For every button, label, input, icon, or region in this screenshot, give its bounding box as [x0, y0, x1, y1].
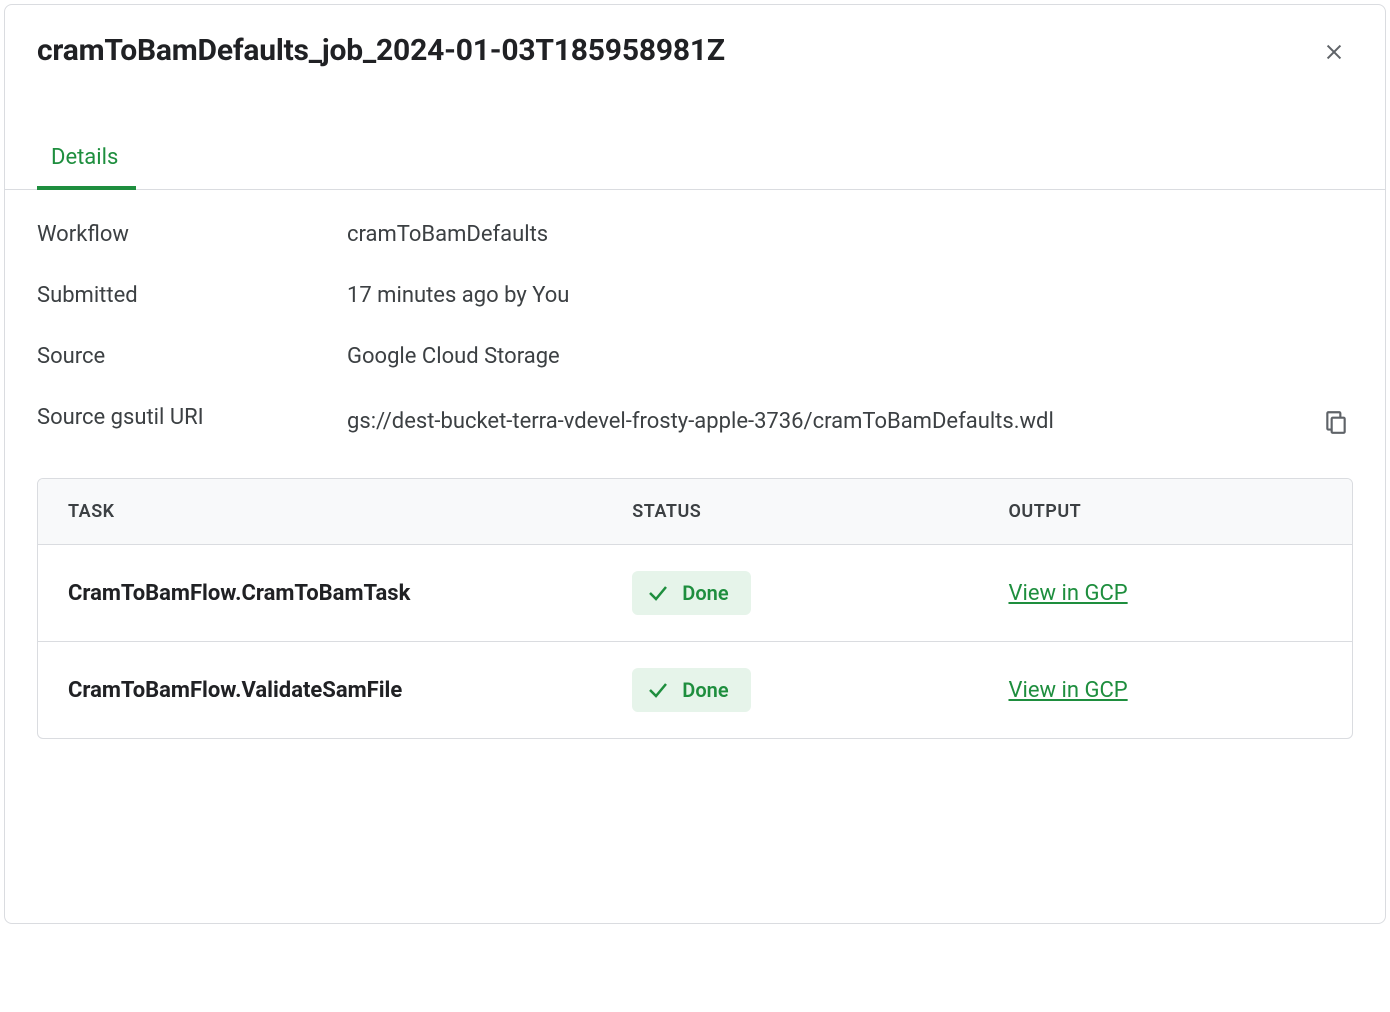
close-button[interactable] [1315, 33, 1353, 71]
source-label: Source [37, 344, 347, 369]
task-name: CramToBamFlow.ValidateSamFile [68, 678, 632, 703]
table-row: CramToBamFlow.CramToBamTask Done View in… [38, 545, 1352, 642]
task-status-cell: Done [632, 668, 1008, 712]
tab-details[interactable]: Details [37, 131, 136, 190]
task-output-cell: View in GCP [1008, 678, 1322, 703]
close-icon [1323, 41, 1345, 63]
tasks-table: TASK STATUS OUTPUT CramToBamFlow.CramToB… [37, 478, 1353, 739]
task-status-cell: Done [632, 571, 1008, 615]
status-badge: Done [632, 571, 750, 615]
workflow-value: cramToBamDefaults [347, 222, 1353, 247]
uri-value: gs://dest-bucket-terra-vdevel-frosty-app… [347, 405, 1177, 439]
source-value: Google Cloud Storage [347, 344, 1353, 369]
copy-uri-button[interactable] [1319, 405, 1353, 442]
panel-header: cramToBamDefaults_job_2024-01-03T1859589… [5, 5, 1385, 71]
job-details-panel: cramToBamDefaults_job_2024-01-03T1859589… [4, 4, 1386, 924]
column-header-task: TASK [68, 501, 632, 522]
view-in-gcp-link[interactable]: View in GCP [1008, 678, 1127, 703]
workflow-label: Workflow [37, 222, 347, 247]
page-title: cramToBamDefaults_job_2024-01-03T1859589… [37, 33, 725, 68]
table-row: CramToBamFlow.ValidateSamFile Done View … [38, 642, 1352, 738]
view-in-gcp-link[interactable]: View in GCP [1008, 581, 1127, 606]
uri-label: Source gsutil URI [37, 405, 347, 430]
detail-row-source: Source Google Cloud Storage [37, 344, 1353, 369]
status-badge: Done [632, 668, 750, 712]
detail-row-workflow: Workflow cramToBamDefaults [37, 222, 1353, 247]
task-output-cell: View in GCP [1008, 581, 1322, 606]
copy-icon [1323, 409, 1349, 435]
submitted-label: Submitted [37, 283, 347, 308]
check-icon [646, 678, 670, 702]
tabs-bar: Details [5, 131, 1385, 190]
detail-row-uri: Source gsutil URI gs://dest-bucket-terra… [37, 405, 1353, 442]
detail-row-submitted: Submitted 17 minutes ago by You [37, 283, 1353, 308]
task-name: CramToBamFlow.CramToBamTask [68, 581, 632, 606]
column-header-status: STATUS [632, 501, 1008, 522]
status-text: Done [682, 581, 728, 605]
status-text: Done [682, 678, 728, 702]
submitted-value: 17 minutes ago by You [347, 283, 1353, 308]
tasks-table-header: TASK STATUS OUTPUT [38, 479, 1352, 545]
details-body: Workflow cramToBamDefaults Submitted 17 … [5, 190, 1385, 771]
check-icon [646, 581, 670, 605]
column-header-output: OUTPUT [1008, 501, 1322, 522]
